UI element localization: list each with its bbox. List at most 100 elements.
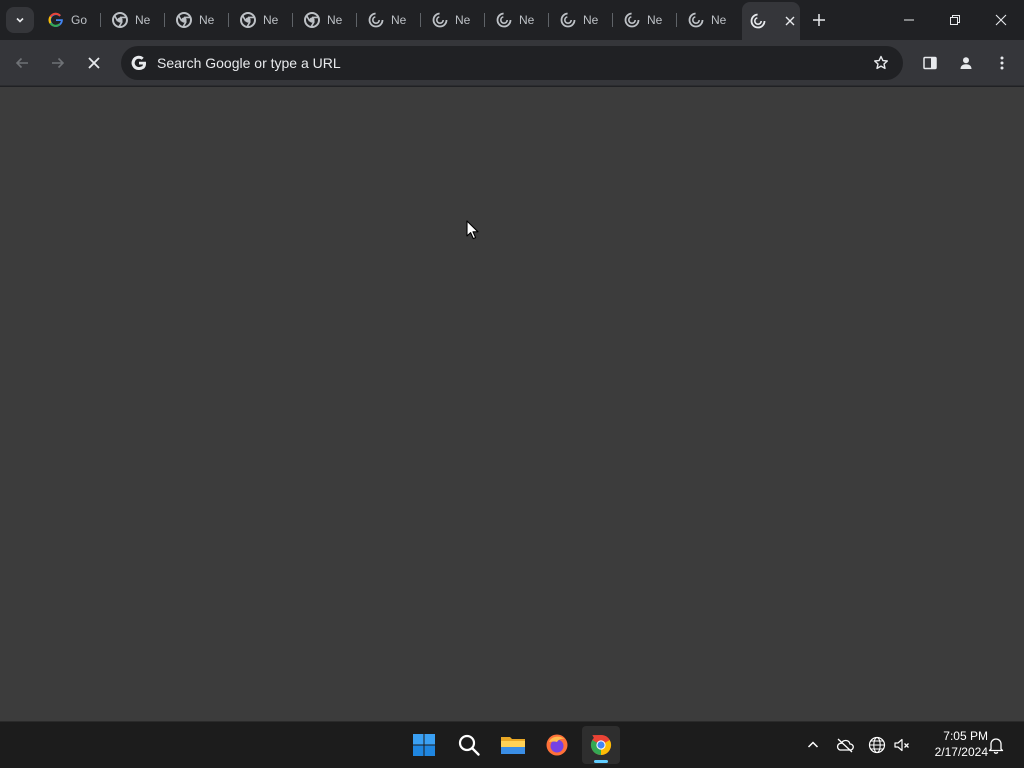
omnibox-input[interactable] — [157, 46, 865, 80]
avatar-icon — [960, 57, 972, 69]
close-window-button[interactable] — [978, 0, 1024, 40]
close-icon — [995, 14, 1007, 26]
tab-title: Ne — [711, 13, 727, 27]
close-icon — [785, 16, 795, 26]
profile-button[interactable] — [952, 49, 980, 77]
tab-title: Ne — [135, 13, 151, 27]
menu-button[interactable] — [988, 49, 1016, 77]
chrome-icon — [112, 12, 128, 28]
tab-strip: Go Ne Ne Ne Ne Ne Ne Ne Ne Ne Ne — [0, 0, 1024, 40]
loading-spinner-icon — [750, 13, 766, 29]
tab-title: Ne — [199, 13, 215, 27]
tab-separator — [356, 13, 357, 27]
loading-spinner-icon — [688, 12, 704, 28]
taskbar-search-button[interactable] — [450, 726, 488, 764]
chrome-icon — [240, 12, 256, 28]
arrow-right-icon — [52, 57, 65, 69]
onedrive-tray-button[interactable] — [834, 734, 856, 756]
arrow-left-icon — [15, 57, 28, 69]
taskbar-chrome[interactable] — [582, 726, 620, 764]
clock-time: 7:05 PM — [943, 729, 988, 743]
forward-button[interactable] — [44, 49, 72, 77]
google-g-icon — [123, 46, 155, 80]
tab-new-tab[interactable]: Ne — [104, 4, 168, 36]
windows-start-icon — [413, 734, 435, 756]
loading-spinner-icon — [560, 12, 576, 28]
tab-loading[interactable]: Ne — [360, 4, 424, 36]
system-clock[interactable]: 7:05 PM 2/17/2024 — [916, 728, 988, 760]
address-bar[interactable] — [121, 46, 903, 80]
tab-separator — [292, 13, 293, 27]
tab-loading[interactable]: Ne — [680, 4, 744, 36]
restore-icon — [950, 15, 960, 25]
tab-title: Go — [71, 13, 88, 27]
minimize-button[interactable] — [886, 0, 932, 40]
notifications-button[interactable] — [985, 734, 1007, 756]
network-icon — [868, 736, 886, 754]
loading-spinner-icon — [624, 12, 640, 28]
kebab-menu-icon — [1000, 56, 1004, 70]
tab-separator — [484, 13, 485, 27]
volume-tray-button[interactable] — [891, 734, 913, 756]
tab-title: Ne — [519, 13, 535, 27]
back-button[interactable] — [8, 49, 36, 77]
bookmark-star-button[interactable] — [865, 46, 897, 80]
chrome-icon — [590, 734, 612, 756]
chevron-down-icon — [16, 17, 24, 23]
tab-title: Ne — [455, 13, 471, 27]
browser-toolbar — [0, 40, 1024, 86]
star-icon — [874, 55, 888, 70]
new-tab-button[interactable] — [808, 9, 830, 31]
tab-title: Ne — [647, 13, 663, 27]
side-panel-icon — [923, 56, 937, 70]
taskbar-firefox[interactable] — [538, 726, 576, 764]
tab-new-tab[interactable]: Ne — [296, 4, 360, 36]
tab-separator — [612, 13, 613, 27]
tab-loading[interactable]: Ne — [552, 4, 616, 36]
chevron-up-icon — [807, 741, 819, 748]
minimize-icon — [904, 19, 914, 21]
chrome-icon — [304, 12, 320, 28]
loading-spinner-icon — [368, 12, 384, 28]
folder-icon — [501, 737, 525, 754]
tab-separator — [100, 13, 101, 27]
show-hidden-icons-button[interactable] — [802, 734, 824, 756]
notification-bell-icon — [988, 738, 1004, 754]
close-icon — [88, 57, 100, 69]
tab-loading[interactable]: Ne — [616, 4, 680, 36]
tab-new-tab[interactable]: Ne — [232, 4, 296, 36]
tab-separator — [420, 13, 421, 27]
side-panel-button[interactable] — [916, 49, 944, 77]
tab-loading[interactable]: Ne — [424, 4, 488, 36]
restore-button[interactable] — [932, 0, 978, 40]
taskbar-start-button[interactable] — [405, 726, 443, 764]
loading-spinner-icon — [496, 12, 512, 28]
search-icon — [458, 734, 480, 756]
google-g-icon — [48, 12, 64, 28]
network-tray-button[interactable] — [866, 734, 888, 756]
clock-date: 2/17/2024 — [934, 745, 988, 759]
tab-new-tab[interactable]: Ne — [168, 4, 232, 36]
page-content[interactable] — [0, 87, 1024, 721]
tab-separator — [164, 13, 165, 27]
taskbar: 7:05 PM 2/17/2024 — [0, 721, 1024, 768]
tab-title: Ne — [327, 13, 343, 27]
volume-muted-icon — [894, 738, 909, 752]
onedrive-icon — [836, 738, 854, 753]
chrome-icon — [176, 12, 192, 28]
tab-search-button[interactable] — [6, 7, 34, 33]
taskbar-file-explorer[interactable] — [494, 726, 532, 764]
tab-active[interactable] — [742, 2, 800, 40]
close-tab-button[interactable] — [782, 13, 798, 29]
tab-separator — [548, 13, 549, 27]
active-app-indicator — [594, 760, 608, 763]
stop-loading-button[interactable] — [80, 49, 108, 77]
tab-google[interactable]: Go — [40, 4, 104, 36]
mouse-cursor-icon — [466, 220, 479, 240]
firefox-icon — [546, 734, 568, 756]
loading-spinner-icon — [432, 12, 448, 28]
tab-separator — [228, 13, 229, 27]
plus-icon — [813, 14, 825, 26]
tab-separator — [676, 13, 677, 27]
tab-loading[interactable]: Ne — [488, 4, 552, 36]
